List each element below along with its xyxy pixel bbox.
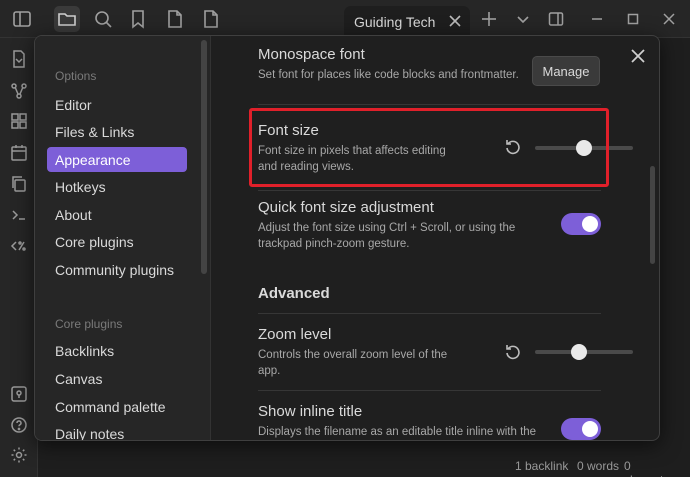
nav-item-command-palette[interactable]: Command palette bbox=[47, 394, 187, 419]
reset-zoom-icon[interactable] bbox=[504, 343, 522, 361]
tab-title: Guiding Tech bbox=[354, 14, 436, 30]
nav-item-community-plugins[interactable]: Community plugins bbox=[47, 257, 187, 282]
status-characters: 0 characters bbox=[624, 459, 680, 477]
settings-nav: Options Editor Files & Links Appearance … bbox=[35, 36, 211, 440]
settings-modal: Options Editor Files & Links Appearance … bbox=[34, 35, 660, 441]
setting-zoom-level: Zoom level Controls the overall zoom lev… bbox=[258, 326, 458, 379]
graph-view-icon[interactable] bbox=[10, 82, 28, 100]
nav-item-appearance[interactable]: Appearance bbox=[47, 147, 187, 172]
setting-name: Monospace font bbox=[258, 46, 365, 63]
right-sidebar-toggle-icon[interactable] bbox=[548, 11, 564, 27]
setting-quick-font-size: Quick font size adjustment Adjust the fo… bbox=[258, 199, 556, 252]
nav-item-backlinks[interactable]: Backlinks bbox=[47, 338, 187, 363]
divider bbox=[258, 390, 601, 391]
nav-heading-core-plugins: Core plugins bbox=[55, 317, 123, 331]
nav-item-about[interactable]: About bbox=[47, 202, 187, 227]
minimize-icon[interactable] bbox=[589, 11, 605, 27]
divider bbox=[258, 313, 601, 314]
quick-font-size-toggle[interactable] bbox=[561, 213, 601, 235]
setting-show-inline-title: Show inline title Displays the filename … bbox=[258, 403, 556, 440]
calendar-icon[interactable] bbox=[10, 144, 28, 162]
tab-list-icon[interactable] bbox=[515, 11, 531, 27]
highlight-box bbox=[249, 108, 609, 187]
nav-item-hotkeys[interactable]: Hotkeys bbox=[47, 174, 187, 199]
copy-icon[interactable] bbox=[10, 175, 28, 193]
manage-button[interactable]: Manage bbox=[532, 56, 600, 86]
close-window-icon[interactable] bbox=[661, 11, 677, 27]
file-icon[interactable] bbox=[165, 9, 185, 29]
title-bar: Guiding Tech bbox=[0, 0, 690, 38]
content-scrollbar[interactable] bbox=[650, 166, 655, 264]
nav-item-canvas[interactable]: Canvas bbox=[47, 366, 187, 391]
new-tab-icon[interactable] bbox=[481, 11, 497, 27]
toggle-knob bbox=[582, 216, 598, 232]
setting-name: Show inline title bbox=[258, 403, 363, 420]
close-modal-icon[interactable] bbox=[629, 47, 647, 65]
nav-item-files-links[interactable]: Files & Links bbox=[47, 119, 187, 144]
settings-content: Monospace font Set font for places like … bbox=[211, 36, 659, 440]
close-tab-icon[interactable] bbox=[448, 14, 462, 28]
divider bbox=[258, 104, 601, 105]
open-quick-switcher-icon[interactable] bbox=[10, 50, 28, 68]
setting-name: Quick font size adjustment bbox=[258, 199, 434, 216]
bookmark-icon[interactable] bbox=[128, 9, 148, 29]
status-words: 0 words bbox=[577, 459, 620, 473]
canvas-icon[interactable] bbox=[10, 112, 28, 130]
left-ribbon bbox=[0, 38, 38, 477]
setting-description: Adjust the font size using Ctrl + Scroll… bbox=[258, 222, 516, 250]
setting-description: Controls the overall zoom level of the a… bbox=[258, 349, 448, 377]
vault-icon[interactable] bbox=[10, 385, 28, 403]
new-file-icon[interactable] bbox=[201, 9, 221, 29]
setting-monospace-font: Monospace font Set font for places like … bbox=[258, 46, 556, 83]
templates-icon[interactable] bbox=[10, 237, 28, 255]
setting-name: Zoom level bbox=[258, 326, 332, 343]
nav-item-daily-notes[interactable]: Daily notes bbox=[47, 421, 187, 440]
maximize-icon[interactable] bbox=[625, 11, 641, 27]
divider bbox=[258, 190, 601, 191]
setting-description: Displays the filename as an editable tit… bbox=[258, 426, 537, 438]
tab-guiding-tech[interactable]: Guiding Tech bbox=[344, 6, 470, 38]
settings-gear-icon[interactable] bbox=[10, 446, 28, 464]
zoom-slider-thumb[interactable] bbox=[571, 344, 588, 360]
nav-heading-options: Options bbox=[55, 69, 97, 83]
section-heading-advanced: Advanced bbox=[258, 285, 330, 302]
setting-description: Set font for places like code blocks and… bbox=[258, 69, 519, 81]
sidebar-toggle-icon[interactable] bbox=[12, 9, 32, 29]
help-icon[interactable] bbox=[10, 416, 28, 434]
search-icon[interactable] bbox=[93, 9, 113, 29]
inline-title-toggle[interactable] bbox=[561, 418, 601, 440]
toggle-knob bbox=[582, 421, 598, 437]
nav-scrollbar[interactable] bbox=[201, 40, 207, 274]
folder-icon[interactable] bbox=[54, 6, 80, 32]
nav-item-core-plugins[interactable]: Core plugins bbox=[47, 229, 187, 254]
status-backlinks[interactable]: 1 backlink bbox=[515, 459, 568, 473]
terminal-icon[interactable] bbox=[10, 206, 28, 224]
nav-item-editor[interactable]: Editor bbox=[47, 92, 187, 117]
